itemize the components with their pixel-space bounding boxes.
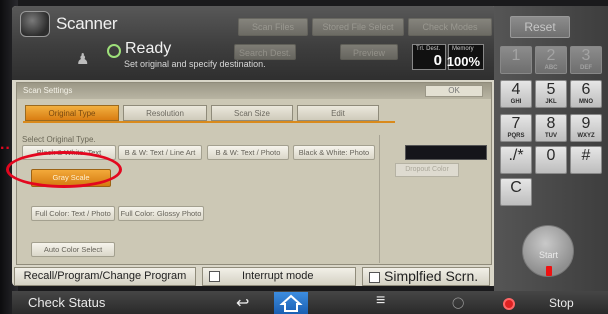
people-icon: ♟: [76, 51, 90, 68]
panel-title: Scan Settings: [23, 86, 73, 95]
tab-edit[interactable]: Edit: [297, 105, 379, 121]
check-status-button[interactable]: Check Status: [28, 295, 105, 310]
interrupt-mode-label: Interrupt mode: [242, 270, 314, 282]
dropout-color-swatch: [405, 145, 487, 160]
simplified-screen-button[interactable]: Simplfied Scrn.: [362, 267, 490, 286]
simplified-screen-label: Simplfied Scrn.: [384, 268, 479, 284]
key-7[interactable]: 7 PQRS: [500, 114, 532, 142]
option-bw-photo[interactable]: Black & White: Photo: [293, 145, 375, 160]
start-indicator-light: [546, 266, 552, 276]
key-3[interactable]: 3 DEF: [570, 46, 602, 74]
menu-icon[interactable]: ≡: [376, 292, 385, 310]
interrupt-checkbox[interactable]: [209, 270, 220, 282]
tabs-underline: [23, 121, 395, 123]
search-dest-button[interactable]: Search Dest.: [234, 44, 296, 60]
simplified-checkbox[interactable]: [369, 271, 380, 283]
scan-files-button[interactable]: Scan Files: [238, 18, 308, 36]
key-9[interactable]: 9 WXYZ: [570, 114, 602, 142]
status-ready: Ready: [125, 40, 172, 57]
key-4[interactable]: 4 GHI: [500, 80, 532, 108]
app-title: Scanner: [56, 14, 118, 33]
annotation-ellipse: [6, 151, 122, 188]
dest-counter: Trl. Dest. 0: [412, 44, 446, 70]
stop-icon: [503, 298, 515, 310]
key-0[interactable]: 0: [535, 146, 567, 174]
energy-saver-icon[interactable]: ◯: [452, 296, 464, 309]
check-modes-button[interactable]: Check Modes: [408, 18, 492, 36]
stored-file-select-button[interactable]: Stored File Select: [312, 18, 404, 36]
recall-program-button[interactable]: Recall/Program/Change Program: [14, 267, 196, 286]
key-dot-star[interactable]: ./*: [500, 146, 532, 174]
dropout-color-button[interactable]: Dropout Color: [395, 163, 459, 177]
key-8[interactable]: 8 TUV: [535, 114, 567, 142]
select-original-type-label: Select Original Type.: [22, 135, 96, 144]
touch-screen: Scanner Scan Files Stored File Select Ch…: [12, 6, 497, 286]
key-5[interactable]: 5 JKL: [535, 80, 567, 108]
stop-button[interactable]: Stop: [549, 296, 574, 310]
option-full-color-text-photo[interactable]: Full Color: Text / Photo: [31, 206, 115, 221]
tab-original-type[interactable]: Original Type: [25, 105, 119, 121]
option-full-color-glossy-photo[interactable]: Full Color: Glossy Photo: [118, 206, 204, 221]
tab-resolution[interactable]: Resolution: [123, 105, 207, 121]
interrupt-mode-button[interactable]: Interrupt mode: [202, 267, 356, 286]
reset-button[interactable]: Reset: [510, 16, 570, 38]
key-clear[interactable]: C: [500, 178, 532, 206]
back-icon[interactable]: ↩: [236, 293, 249, 313]
preview-button[interactable]: Preview: [340, 44, 398, 60]
key-hash[interactable]: #: [570, 146, 602, 174]
tab-scan-size[interactable]: Scan Size: [211, 105, 293, 121]
start-label: Start: [539, 250, 559, 260]
option-bw-text-photo[interactable]: B & W: Text / Photo: [207, 145, 289, 160]
option-bw-line-art[interactable]: B & W: Text / Line Art: [118, 145, 202, 160]
header-bar: Scanner Scan Files Stored File Select Ch…: [12, 6, 497, 80]
ok-button[interactable]: OK: [425, 85, 483, 97]
key-2[interactable]: 2 ABC: [535, 46, 567, 74]
annotation-dots: ··: [0, 140, 11, 157]
home-button[interactable]: [274, 292, 308, 314]
panel-title-bar: [17, 83, 491, 99]
key-6[interactable]: 6 MNO: [570, 80, 602, 108]
panel-divider: [379, 135, 380, 263]
ready-power-icon: [107, 44, 121, 58]
scanner-app-icon: [20, 11, 50, 37]
key-1[interactable]: 1: [500, 46, 532, 74]
memory-counter: Memory 100%: [447, 44, 484, 70]
home-icon: [279, 294, 303, 312]
option-auto-color-select[interactable]: Auto Color Select: [31, 242, 115, 257]
